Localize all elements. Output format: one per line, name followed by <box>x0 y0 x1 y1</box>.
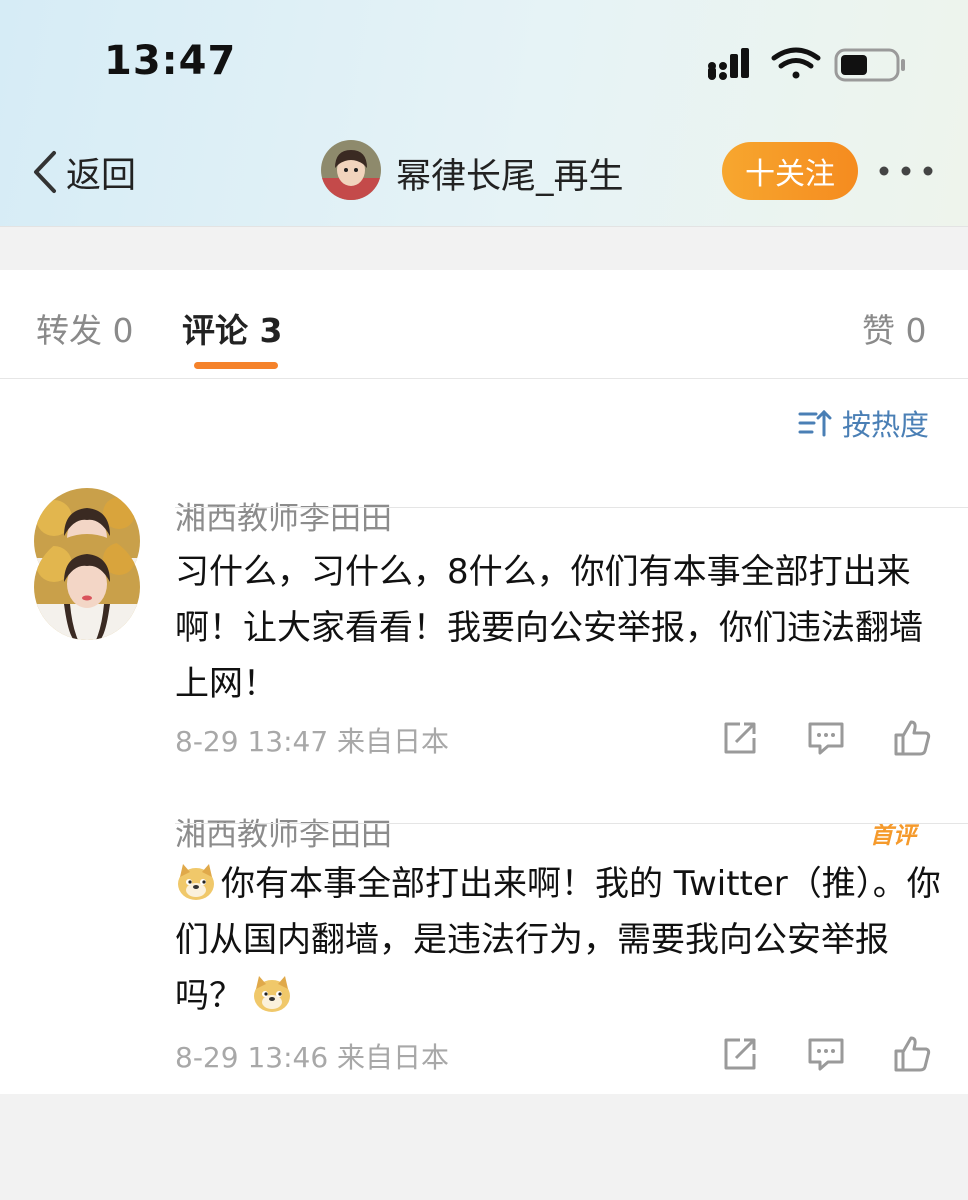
sort-icon <box>798 409 832 437</box>
active-tab-indicator <box>194 362 278 369</box>
follow-button[interactable]: 十关注 <box>722 142 858 200</box>
comment-divider <box>175 823 968 824</box>
reply-icon[interactable] <box>806 718 846 758</box>
sort-button[interactable]: 按热度 <box>798 402 929 444</box>
comments-panel: 转发 0 评论 3 赞 0 按热度 湘西教师李田田 习什么，习什么，8什么，你们… <box>0 270 968 1094</box>
comment-meta: 8-29 13:47 来自日本 <box>175 725 450 758</box>
battery-icon <box>834 48 905 82</box>
back-button[interactable]: 返回 <box>30 148 136 196</box>
commenter-avatar[interactable] <box>34 534 140 640</box>
back-label: 返回 <box>66 155 137 196</box>
cellular-signal-icon <box>708 48 749 80</box>
profile-avatar[interactable] <box>321 140 381 200</box>
comment-meta: 8-29 13:46 来自日本 <box>175 1041 450 1074</box>
tab-bar: 转发 0 评论 3 赞 0 <box>0 270 968 379</box>
share-icon[interactable] <box>720 718 760 758</box>
wifi-icon <box>771 47 821 79</box>
comment-text: 习什么，习什么，8什么，你们有本事全部打出来啊！让大家看看！我要向公安举报，你们… <box>175 552 923 704</box>
comment-divider <box>175 507 968 508</box>
more-options-icon[interactable] <box>876 156 936 186</box>
sort-label: 按热度 <box>842 408 930 442</box>
header-area: 13:47 返回 幂律长尾_再生 十关注 <box>0 0 968 227</box>
comment-text: 你有本事全部打出来啊！我的 Twitter（推）。你们从国内翻墙，是违法行为，需… <box>175 856 945 1024</box>
first-comment-badge: 首评 <box>870 823 916 849</box>
doge-emoji-icon <box>254 976 290 1012</box>
doge-emoji-icon <box>178 864 214 900</box>
like-icon[interactable] <box>892 718 932 758</box>
reply-icon[interactable] <box>806 1034 846 1074</box>
tab-reposts[interactable]: 转发 0 <box>36 304 134 352</box>
like-icon[interactable] <box>892 1034 932 1074</box>
tab-likes[interactable]: 赞 0 <box>862 304 927 352</box>
share-icon[interactable] <box>720 1034 760 1074</box>
chevron-left-icon <box>34 151 56 193</box>
commenter-name[interactable]: 湘西教师李田田 <box>175 809 392 854</box>
status-time: 13:47 <box>104 38 237 84</box>
status-icons <box>708 47 905 82</box>
tab-comments[interactable]: 评论 3 <box>182 304 282 352</box>
commenter-name[interactable]: 湘西教师李田田 <box>175 493 392 538</box>
profile-name[interactable]: 幂律长尾_再生 <box>396 148 624 199</box>
